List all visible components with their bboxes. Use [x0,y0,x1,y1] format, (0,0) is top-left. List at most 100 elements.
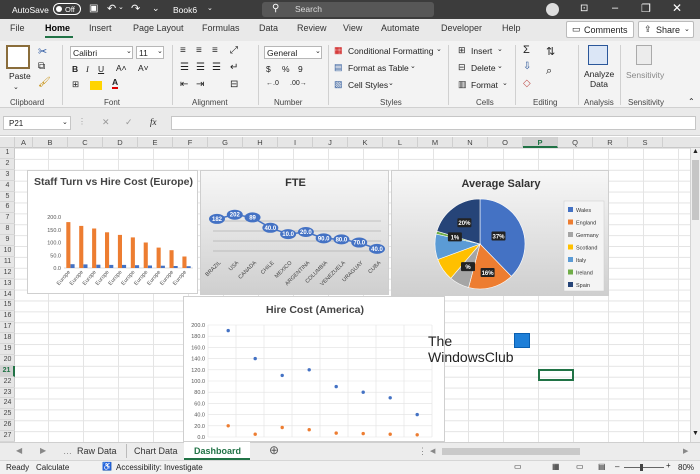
more-sheets-icon[interactable]: … [63,446,72,456]
tab-developer[interactable]: Developer [441,23,482,33]
comments-button[interactable]: ▭ Comments [566,21,634,38]
insert-function-icon[interactable]: fx [150,117,157,127]
scroll-down-icon[interactable]: ▼ [692,430,699,437]
align-right-icon[interactable]: ☰ [212,62,221,73]
tab-data[interactable]: Data [259,23,278,33]
autosave-toggle[interactable]: Off [53,3,81,15]
zoom-in-icon[interactable]: + [666,461,671,470]
conditional-formatting-icon[interactable]: ▦ [334,45,343,56]
wrap-text-icon[interactable]: ↵ [230,62,238,73]
page-layout-view-icon[interactable]: ▭ [576,462,584,471]
cell-styles-icon[interactable]: ▧ [334,79,343,90]
avatar[interactable] [546,3,559,16]
sheet-tab-raw-data[interactable]: Raw Data [77,446,117,456]
align-top-icon[interactable]: ≡ [180,45,186,56]
chevron-down-icon[interactable]: ⌄ [497,62,503,70]
currency-icon[interactable]: $ [266,64,271,74]
comma-icon[interactable]: 9 [298,64,303,74]
chevron-down-icon[interactable]: ⌄ [502,79,508,87]
cancel-icon[interactable]: ✕ [102,117,110,128]
restore-icon[interactable]: ❐ [641,2,651,15]
format-as-table-icon[interactable]: ▤ [334,62,343,73]
align-bottom-icon[interactable]: ≡ [212,45,218,56]
paste-dropdown-icon[interactable]: ⌄ [13,83,19,91]
tab-file[interactable]: File [10,23,25,33]
format-cells-icon[interactable]: ▥ [458,79,467,90]
undo-dropdown-icon[interactable]: ⌄ [118,3,124,11]
delete-cells-button[interactable]: Delete [471,63,496,73]
close-icon[interactable]: ✕ [672,1,682,15]
add-sheet-icon[interactable]: ⊕ [269,443,279,457]
sheet-tab-chart-data[interactable]: Chart Data [134,446,178,456]
formula-input[interactable] [171,116,696,130]
cell-styles-button[interactable]: Cell Styles [348,80,388,90]
increase-decimal-icon[interactable]: ←.0 [266,80,279,87]
select-all-corner[interactable] [0,137,15,148]
vertical-scrollbar[interactable]: ▲ ▼ [690,148,700,442]
fill-icon[interactable]: ⇩ [523,61,531,72]
tab-insert[interactable]: Insert [89,23,112,33]
align-left-icon[interactable]: ☰ [180,62,189,73]
status-calculate[interactable]: Calculate [36,463,69,472]
clear-icon[interactable]: ◇ [523,78,531,89]
chart-average-salary[interactable]: Average Salary 37% 16%% 1% 20% Wales England G… [391,170,609,296]
tab-review[interactable]: Review [297,23,327,33]
ribbon-display-icon[interactable]: ⊡ [580,3,588,14]
insert-cells-button[interactable]: Insert [471,46,492,56]
format-as-table-button[interactable]: Format as Table [348,63,409,73]
search-box[interactable]: ⚲ Search [262,2,434,17]
sensitivity-button[interactable]: Sensitivity [626,70,664,80]
decrease-font-icon[interactable]: A˅ [138,63,149,73]
paste-label[interactable]: Paste [9,71,31,81]
italic-icon[interactable]: I [86,64,89,74]
chart-hire-cost-america[interactable]: Hire Cost (America) 200.0 180.0 160.0 140.0… [183,296,445,442]
paste-icon[interactable] [6,45,30,69]
borders-icon[interactable]: ⊞ [72,79,79,90]
redo-icon[interactable]: ↷ [131,2,140,15]
chevron-down-icon[interactable]: ⌄ [436,45,442,53]
status-accessibility[interactable]: Accessibility: Investigate [116,463,203,472]
tab-page-layout[interactable]: Page Layout [133,23,184,33]
autosum-icon[interactable]: Σ [523,44,530,56]
chevron-down-icon[interactable]: ⌄ [388,79,394,87]
orientation-icon[interactable]: ⤢ [230,45,238,56]
sensitivity-icon[interactable] [636,45,652,65]
name-box[interactable]: P21 ⌄ [3,116,71,130]
find-select-icon[interactable]: ⌕ [546,65,552,78]
prev-sheet-icon[interactable]: ◀ [16,446,22,455]
scroll-up-icon[interactable]: ▲ [692,148,699,155]
chart-fte[interactable]: FTE 182 202 89 40.0 10.0 20.0 90.0 80.0 70.0 40.0… [200,170,389,295]
insert-cells-icon[interactable]: ⊞ [458,45,466,56]
zoom-slider[interactable] [624,467,664,468]
zoom-out-icon[interactable]: – [615,462,619,471]
chevron-down-icon[interactable]: ⌄ [497,45,503,53]
enter-icon[interactable]: ✓ [125,117,133,128]
hscroll-left-icon[interactable]: ◀ [430,447,435,455]
horizontal-scrollbar-thumb[interactable] [442,448,580,455]
delete-cells-icon[interactable]: ⊟ [458,62,466,73]
increase-indent-icon[interactable]: ⇥ [196,79,204,90]
underline-icon[interactable]: U [98,64,104,74]
fill-color-icon[interactable] [90,81,102,90]
next-sheet-icon[interactable]: ▶ [40,446,46,455]
collapse-ribbon-icon[interactable]: ⌃ [688,97,695,106]
decrease-indent-icon[interactable]: ⇤ [180,79,188,90]
analyze-data-button[interactable]: Analyze Data [584,69,614,89]
hscroll-right-icon[interactable]: ▶ [683,447,688,455]
cut-icon[interactable]: ✂ [38,45,47,58]
scrollbar-thumb[interactable] [692,160,699,220]
tab-view[interactable]: View [343,23,362,33]
bold-icon[interactable]: B [72,64,78,74]
zoom-slider-thumb[interactable] [640,464,643,471]
copy-icon[interactable]: ⧉ [38,61,45,72]
font-size-select[interactable]: 11 ⌄ [136,46,164,59]
title-dropdown-icon[interactable]: ⌄ [207,4,213,12]
font-name-select[interactable]: Calibri ⌄ [70,46,133,59]
display-settings-icon[interactable]: ▭ [514,462,522,471]
tab-formulas[interactable]: Formulas [202,23,240,33]
analyze-data-icon[interactable] [588,45,608,65]
percent-icon[interactable]: % [282,64,290,74]
align-center-icon[interactable]: ☰ [196,62,205,73]
tab-home[interactable]: Home [45,23,70,33]
customize-qat-icon[interactable]: ⌄ [152,3,160,14]
